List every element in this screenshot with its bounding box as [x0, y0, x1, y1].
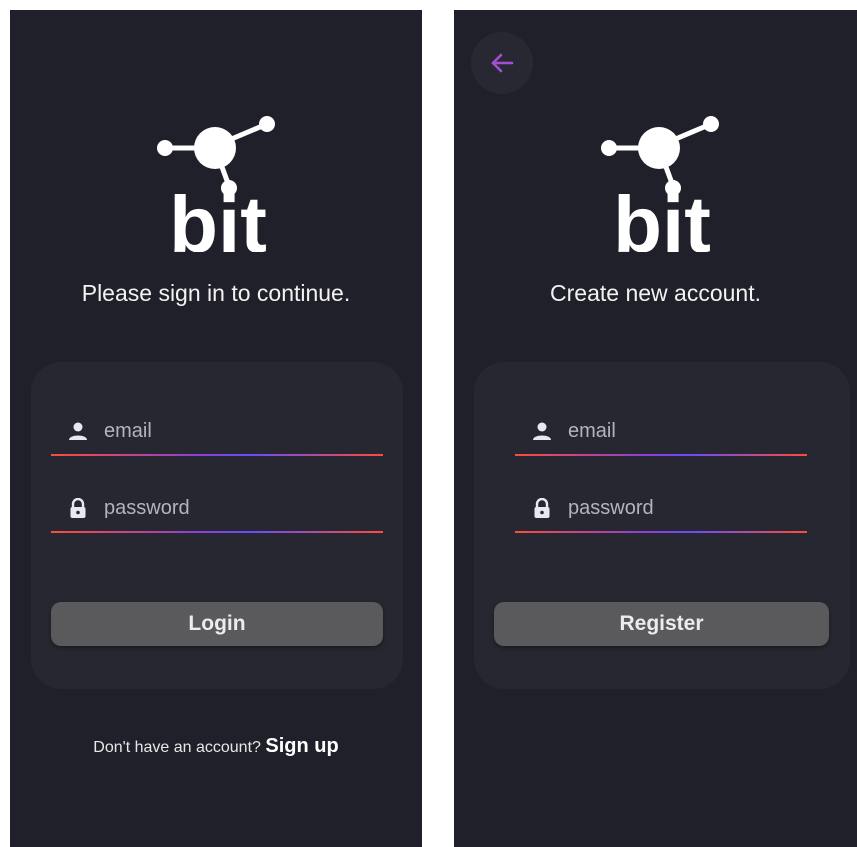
- page-subtitle: Create new account.: [550, 280, 761, 306]
- signup-prompt: Don't have an account?: [93, 739, 261, 756]
- lock-icon: [70, 498, 86, 518]
- email-input[interactable]: [104, 419, 334, 443]
- arrow-left-icon: [491, 53, 514, 73]
- lock-icon: [534, 498, 550, 518]
- back-button[interactable]: [471, 32, 533, 94]
- stage: bit Please sign in to continue. email Lo…: [0, 0, 857, 847]
- login-screen: bit Please sign in to continue. email Lo…: [10, 10, 422, 847]
- email-underline: [515, 454, 807, 456]
- email-field[interactable]: [515, 408, 807, 456]
- logo-wordmark: bit: [169, 180, 267, 252]
- bit-logo: bit: [601, 116, 719, 252]
- password-underline: [515, 531, 807, 533]
- login-card: Login: [31, 362, 403, 689]
- person-icon: [69, 422, 87, 440]
- password-field[interactable]: [51, 485, 383, 533]
- login-button[interactable]: Login: [51, 602, 383, 646]
- person-icon: [533, 422, 551, 440]
- register-button[interactable]: Register: [494, 602, 829, 646]
- bit-logo: bit: [157, 116, 275, 252]
- email-underline: [51, 454, 383, 456]
- password-underline: [51, 531, 383, 533]
- register-screen: bit Create new account. email Register: [454, 10, 857, 847]
- signup-footer: Don't have an account? Sign up: [10, 735, 422, 758]
- signup-link[interactable]: Sign up: [265, 735, 338, 757]
- password-field[interactable]: [515, 485, 807, 533]
- password-input[interactable]: [104, 496, 334, 520]
- logo-wordmark: bit: [613, 180, 711, 252]
- page-subtitle: Please sign in to continue.: [81, 280, 351, 306]
- email-input[interactable]: [568, 419, 798, 443]
- password-input[interactable]: [568, 496, 798, 520]
- email-field[interactable]: [51, 408, 383, 456]
- register-card: Register: [474, 362, 850, 689]
